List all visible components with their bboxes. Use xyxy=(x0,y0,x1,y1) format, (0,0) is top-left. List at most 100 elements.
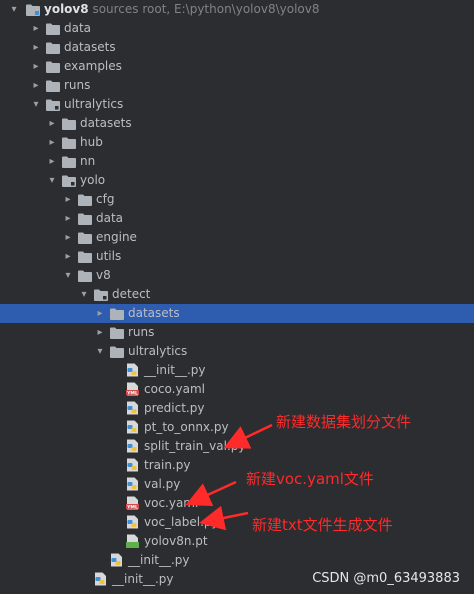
tree-row-file-voc-yaml[interactable]: YML voc.yaml xyxy=(0,494,474,513)
chevron-down-icon[interactable]: ▾ xyxy=(94,342,106,361)
tree-row-folder-datasets[interactable]: ▸ datasets xyxy=(0,38,474,57)
chevron-right-icon[interactable]: ▸ xyxy=(30,38,42,57)
project-name: yolov8 sources root, E:\python\yolov8\yo… xyxy=(44,0,319,19)
tree-row-folder-nn[interactable]: ▸ nn xyxy=(0,152,474,171)
tree-item-label: ultralytics xyxy=(64,97,124,111)
chevron-right-icon[interactable]: ▸ xyxy=(62,228,74,247)
tree-item-label: voc.yaml xyxy=(144,496,199,510)
tree-item-label: coco.yaml xyxy=(144,382,205,396)
chevron-right-icon[interactable]: ▸ xyxy=(62,247,74,266)
chevron-down-icon[interactable]: ▾ xyxy=(46,171,58,190)
folder-icon xyxy=(78,231,92,244)
yaml-file-icon: YML xyxy=(126,382,140,396)
folder-icon xyxy=(46,79,60,92)
tree-row-folder-hub[interactable]: ▸ hub xyxy=(0,133,474,152)
watermark: CSDN @m0_63493883 xyxy=(312,571,460,586)
tree-item-label: hub xyxy=(80,135,103,149)
tree-row-folder-utils[interactable]: ▸ utils xyxy=(0,247,474,266)
tree-row-folder-runs[interactable]: ▸ runs xyxy=(0,76,474,95)
pt-file-icon xyxy=(126,534,140,548)
tree-row-folder-detect-ultralytics[interactable]: ▾ ultralytics xyxy=(0,342,474,361)
chevron-right-icon[interactable]: ▸ xyxy=(94,304,106,323)
chevron-right-icon[interactable]: ▸ xyxy=(62,209,74,228)
python-file-icon xyxy=(94,572,108,586)
tree-row-folder-detect-datasets[interactable]: ▸ datasets xyxy=(0,304,474,323)
python-file-icon xyxy=(126,477,140,491)
folder-icon xyxy=(62,155,76,168)
tree-row-file-split-train-val[interactable]: split_train_val.py xyxy=(0,437,474,456)
chevron-right-icon[interactable]: ▸ xyxy=(30,19,42,38)
tree-row-file-init-detect[interactable]: __init__.py xyxy=(0,361,474,380)
tree-row-file-coco-yaml[interactable]: YML coco.yaml xyxy=(0,380,474,399)
annotation-split-file: 新建数据集划分文件 xyxy=(276,413,412,431)
tree-row-file-val[interactable]: val.py xyxy=(0,475,474,494)
chevron-down-icon[interactable]: ▾ xyxy=(8,0,20,19)
tree-row-project-root[interactable]: ▾ yolov8 sources root, E:\python\yolov8\… xyxy=(0,0,474,19)
folder-icon xyxy=(78,250,92,263)
tree-row-file-voc-label[interactable]: voc_label.py xyxy=(0,513,474,532)
tree-item-label: predict.py xyxy=(144,401,205,415)
tree-row-folder-examples[interactable]: ▸ examples xyxy=(0,57,474,76)
tree-item-label: detect xyxy=(112,287,151,301)
tree-item-label: __init__.py xyxy=(144,363,206,377)
tree-row-folder-yolo-data[interactable]: ▸ data xyxy=(0,209,474,228)
tree-row-folder-engine[interactable]: ▸ engine xyxy=(0,228,474,247)
chevron-right-icon[interactable]: ▸ xyxy=(46,133,58,152)
tree-item-label: train.py xyxy=(144,458,191,472)
chevron-right-icon[interactable]: ▸ xyxy=(46,114,58,133)
tree-row-file-yolov8n-pt[interactable]: yolov8n.pt xyxy=(0,532,474,551)
python-file-icon xyxy=(126,401,140,415)
tree-row-file-train[interactable]: train.py xyxy=(0,456,474,475)
folder-icon xyxy=(62,117,76,130)
python-file-icon xyxy=(126,458,140,472)
chevron-right-icon[interactable]: ▸ xyxy=(30,57,42,76)
tree-row-folder-yolo[interactable]: ▾ yolo xyxy=(0,171,474,190)
tree-item-label: engine xyxy=(96,230,137,244)
folder-icon xyxy=(46,98,60,111)
chevron-down-icon[interactable]: ▾ xyxy=(78,285,90,304)
chevron-right-icon[interactable]: ▸ xyxy=(46,152,58,171)
folder-icon xyxy=(26,3,40,16)
folder-icon xyxy=(62,174,76,187)
tree-item-label: v8 xyxy=(96,268,111,282)
chevron-right-icon[interactable]: ▸ xyxy=(62,190,74,209)
python-file-icon xyxy=(126,439,140,453)
yaml-file-icon: YML xyxy=(126,496,140,510)
chevron-down-icon[interactable]: ▾ xyxy=(30,95,42,114)
project-path: sources root, E:\python\yolov8\yolov8 xyxy=(92,2,320,16)
tree-item-label: pt_to_onnx.py xyxy=(144,420,229,434)
tree-row-folder-ultralytics-datasets[interactable]: ▸ datasets xyxy=(0,114,474,133)
tree-item-label: datasets xyxy=(80,116,132,130)
chevron-down-icon[interactable]: ▾ xyxy=(62,266,74,285)
tree-item-label: examples xyxy=(64,59,122,73)
folder-icon xyxy=(46,60,60,73)
tree-row-folder-ultralytics[interactable]: ▾ ultralytics xyxy=(0,95,474,114)
folder-icon xyxy=(78,212,92,225)
tree-row-folder-v8[interactable]: ▾ v8 xyxy=(0,266,474,285)
tree-item-label: val.py xyxy=(144,477,181,491)
python-file-icon xyxy=(126,515,140,529)
tree-item-label: yolo xyxy=(80,173,106,187)
tree-item-label: datasets xyxy=(128,306,180,320)
chevron-right-icon[interactable]: ▸ xyxy=(94,323,106,342)
tree-item-label: cfg xyxy=(96,192,115,206)
annotation-voc-yaml: 新建voc.yaml文件 xyxy=(246,470,374,488)
tree-row-folder-detect[interactable]: ▾ detect xyxy=(0,285,474,304)
tree-item-label: voc_label.py xyxy=(144,515,219,529)
tree-row-folder-detect-runs[interactable]: ▸ runs xyxy=(0,323,474,342)
python-file-icon xyxy=(126,420,140,434)
project-tree: ▾ yolov8 sources root, E:\python\yolov8\… xyxy=(0,0,474,589)
tree-item-label: __init__.py xyxy=(128,553,190,567)
python-file-icon xyxy=(110,553,124,567)
tree-row-folder-data[interactable]: ▸ data xyxy=(0,19,474,38)
tree-row-folder-cfg[interactable]: ▸ cfg xyxy=(0,190,474,209)
chevron-right-icon[interactable]: ▸ xyxy=(30,76,42,95)
project-title: yolov8 xyxy=(44,2,89,16)
folder-icon xyxy=(46,22,60,35)
folder-icon xyxy=(78,269,92,282)
folder-icon xyxy=(110,326,124,339)
tree-item-label: yolov8n.pt xyxy=(144,534,208,548)
tree-item-label: ultralytics xyxy=(128,344,188,358)
tree-row-file-init-v8[interactable]: __init__.py xyxy=(0,551,474,570)
tree-item-label: data xyxy=(96,211,124,225)
